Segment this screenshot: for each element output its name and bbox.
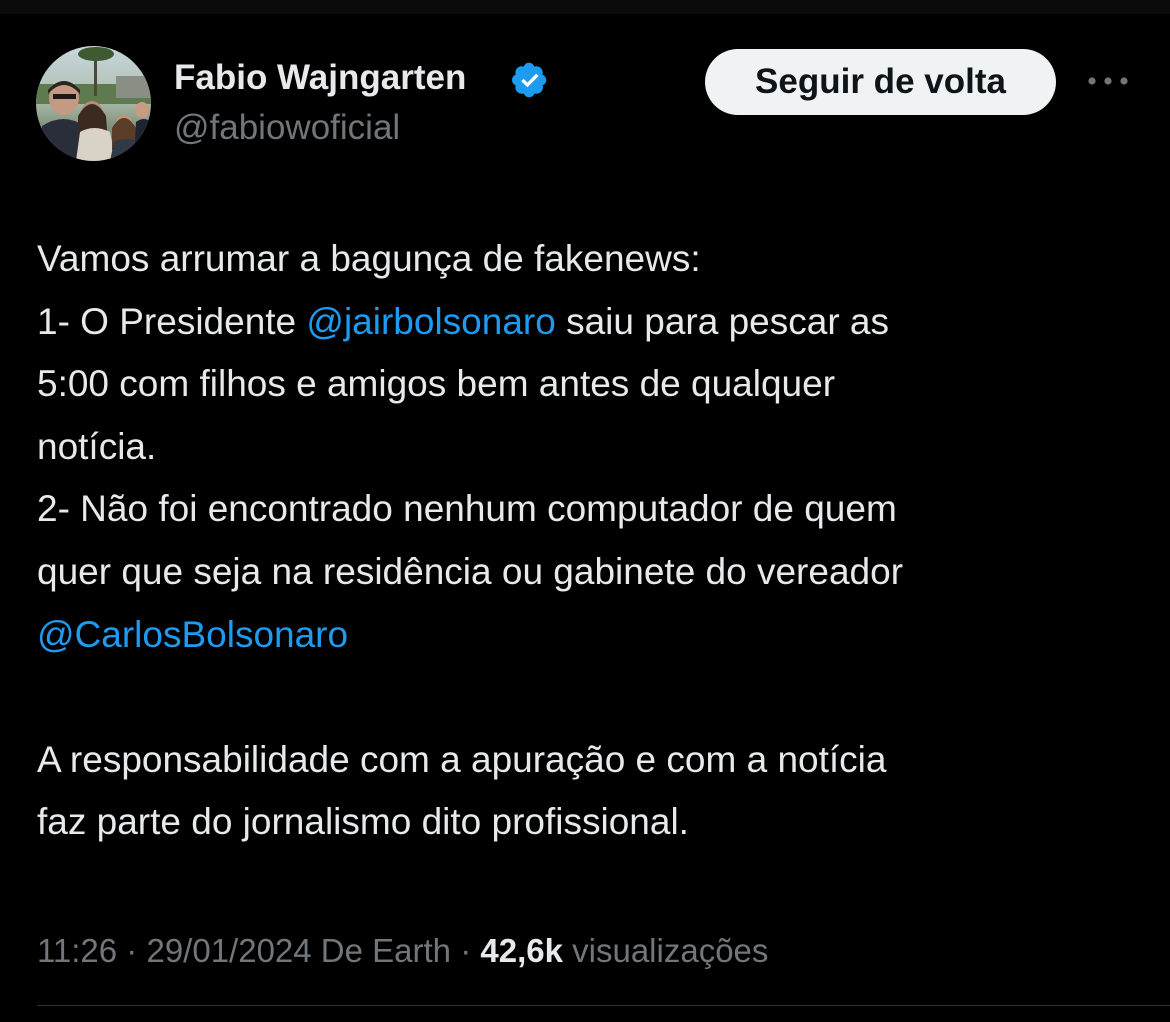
tweet-metadata: 11:26 · 29/01/2024 De Earth · 42,6k visu… (37, 932, 768, 970)
tweet-line: 1- O Presidente @jairbolsonaro saiu para… (37, 291, 1137, 354)
tweet-time[interactable]: 11:26 (37, 932, 117, 969)
more-dots-icon[interactable] (1086, 68, 1130, 94)
follow-back-button[interactable]: Seguir de volta (705, 49, 1056, 115)
display-name[interactable]: Fabio Wajngarten (174, 58, 466, 98)
tweet-line: faz parte do jornalismo dito profissiona… (37, 801, 689, 843)
avatar-photo (36, 46, 151, 161)
meta-separator: · (117, 932, 147, 969)
avatar[interactable] (36, 46, 151, 161)
meta-separator: · (451, 932, 481, 969)
tweet-date[interactable]: 29/01/2024 (146, 932, 311, 969)
tweet-source: De Earth (311, 932, 452, 969)
tweet-line: notícia. (37, 425, 157, 467)
user-handle[interactable]: @fabiowoficial (174, 108, 400, 148)
tweet-text-segment: saiu para pescar as (555, 300, 890, 342)
tweet-line: 2- Não foi encontrado nenhum computador … (37, 488, 897, 530)
tweet-line: quer que seja na residência ou gabinete … (37, 550, 904, 592)
top-bar (0, 0, 1170, 14)
views-count[interactable]: 42,6k (480, 932, 563, 969)
tweet-text-segment: 1- O Presidente (37, 300, 307, 342)
tweet-line: Vamos arrumar a bagunça de fakenews: (37, 238, 701, 279)
tweet-text: Vamos arrumar a bagunça de fakenews: 1- … (37, 228, 1137, 854)
tweet-line: @CarlosBolsonaro (37, 604, 1137, 667)
divider (37, 1005, 1170, 1006)
tweet-line: A responsabilidade com a apuração e com … (37, 738, 887, 780)
mention-link-jairbolsonaro[interactable]: @jairbolsonaro (306, 301, 555, 342)
views-label: visualizações (562, 932, 769, 969)
verified-badge-icon (512, 62, 547, 98)
mention-link-carlosbolsonaro[interactable]: @CarlosBolsonaro (37, 614, 348, 655)
tweet-line: 5:00 com filhos e amigos bem antes de qu… (37, 363, 836, 405)
